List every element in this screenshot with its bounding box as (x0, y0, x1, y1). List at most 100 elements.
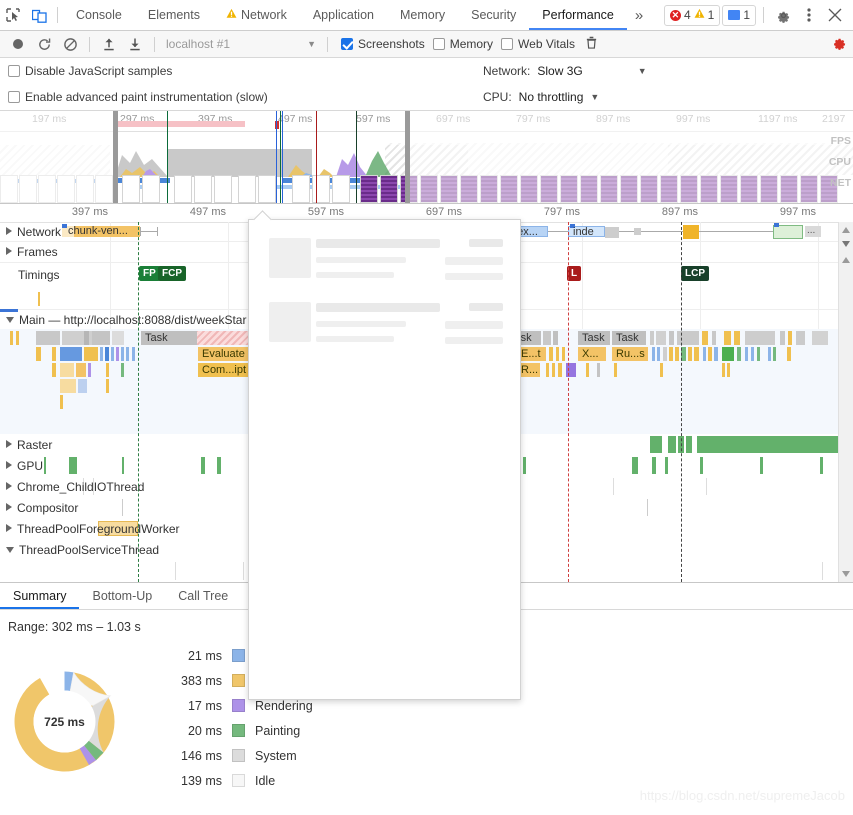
chevron-right-icon[interactable] (6, 227, 12, 235)
timeline-overview[interactable]: 197 ms 297 ms 397 ms 497 ms 597 ms 697 m… (0, 111, 853, 204)
screenshots-checkbox[interactable]: Screenshots (341, 37, 425, 51)
trash-icon[interactable] (585, 35, 598, 53)
clear-icon[interactable] (58, 33, 82, 55)
overview-marker-line (282, 111, 283, 203)
chevron-down-icon: ▼ (307, 39, 316, 49)
tab-label: Elements (147, 8, 200, 22)
scroll-up-icon[interactable] (841, 224, 851, 234)
devtools-window: Console Elements Network Application Mem… (0, 0, 853, 815)
more-tabs-button[interactable]: » (627, 0, 651, 30)
tab-network[interactable]: Network (213, 0, 300, 30)
activity-donut-chart: 725 ms (14, 671, 115, 772)
legend-label: System (255, 748, 297, 763)
tab-performance[interactable]: Performance (529, 0, 627, 30)
toolbar-divider (327, 36, 328, 52)
advanced-paint-checkbox[interactable]: Enable advanced paint instrumentation (s… (8, 90, 268, 104)
messages-counter[interactable]: 1 (722, 4, 756, 26)
disable-js-samples-checkbox[interactable]: Disable JavaScript samples (8, 64, 172, 78)
network-request-bar (634, 228, 641, 235)
tab-bottom-up[interactable]: Bottom-Up (79, 583, 165, 609)
network-request-bar[interactable]: ... (805, 226, 821, 237)
main-event[interactable]: Task (612, 331, 646, 345)
main-event[interactable]: Task (141, 331, 197, 345)
legend-value: 139 ms (181, 773, 222, 788)
tab-elements[interactable]: Elements (135, 0, 213, 30)
network-value: Slow 3G (537, 64, 583, 78)
legend-row[interactable]: 139 ms Idle (160, 768, 313, 793)
overview-lcp-line (356, 111, 357, 203)
track-label-gpu: GPU (6, 459, 43, 473)
tab-application[interactable]: Application (300, 0, 387, 30)
track-label-threadpool-service: ThreadPoolServiceThread (6, 543, 159, 557)
legend-row[interactable]: 146 ms System (160, 743, 313, 768)
timing-marker-load[interactable]: L (567, 266, 582, 281)
tab-console[interactable]: Console (63, 0, 135, 30)
overview-selection-handle-left[interactable] (113, 111, 118, 203)
timing-marker-fp[interactable]: FP (139, 266, 160, 281)
chevron-right-icon[interactable] (6, 482, 12, 490)
save-profile-icon[interactable] (123, 33, 147, 55)
scroll-down-icon[interactable] (841, 238, 851, 248)
chevron-right-icon[interactable] (6, 440, 12, 448)
cpu-value: No throttling (518, 90, 584, 104)
load-profile-icon[interactable] (97, 33, 121, 55)
network-request-bar[interactable]: inde (568, 224, 605, 238)
scroll-up-icon[interactable] (841, 254, 851, 264)
screenshot-preview-popup[interactable] (248, 219, 521, 700)
timing-marker-lcp[interactable]: LCP (681, 266, 709, 281)
cpu-throttling[interactable]: CPU: No throttling ▼ (483, 84, 853, 110)
capture-settings-gear-icon[interactable] (832, 35, 847, 53)
chevron-down-icon: ▼ (590, 92, 600, 102)
kebab-menu-icon[interactable] (797, 3, 821, 27)
issues-counter[interactable]: ✕ 4 1 (663, 4, 721, 26)
scroll-down-icon[interactable] (841, 568, 851, 578)
network-request-bar[interactable] (773, 223, 803, 239)
tab-security[interactable]: Security (458, 0, 529, 30)
main-event[interactable]: Ru...s (612, 347, 648, 361)
overview-lanes (0, 131, 853, 203)
web-vitals-checkbox[interactable]: Web Vitals (501, 37, 575, 51)
legend-swatch (232, 749, 245, 762)
legend-swatch (232, 649, 245, 662)
network-request-bar[interactable] (683, 225, 699, 239)
flamechart-scrollbar[interactable] (838, 222, 853, 582)
record-circle-icon[interactable] (6, 33, 30, 55)
chevron-down-icon[interactable] (6, 317, 14, 323)
overview-selection-handle-right[interactable] (405, 111, 410, 203)
chevron-down-icon[interactable] (6, 547, 14, 553)
legend-row[interactable]: 20 ms Painting (160, 718, 313, 743)
chevron-right-icon[interactable] (6, 247, 12, 255)
donut-center-label: 725 ms (44, 715, 85, 729)
network-label: Network: (483, 64, 531, 78)
overview-tick: 2197 (822, 113, 846, 125)
fp-dashed-line (138, 222, 139, 582)
network-throttling[interactable]: Network: Slow 3G ▼ (483, 58, 853, 84)
device-toolbar-icon[interactable] (26, 2, 52, 28)
chevron-right-icon[interactable] (6, 524, 12, 532)
load-dashed-line (568, 222, 569, 582)
network-request-label: chunk-ven... (68, 226, 128, 237)
network-request-bar (605, 227, 619, 238)
timing-marker-fcp[interactable]: FCP (158, 266, 186, 281)
reload-record-icon[interactable] (32, 33, 56, 55)
close-icon[interactable] (823, 3, 847, 27)
legend-swatch (232, 699, 245, 712)
main-event[interactable]: Task (578, 331, 610, 345)
tab-memory[interactable]: Memory (387, 0, 458, 30)
gear-icon[interactable] (771, 3, 795, 27)
chevron-right-icon[interactable] (6, 503, 12, 511)
warning-triangle-icon (694, 8, 705, 22)
main-event[interactable]: X... (578, 347, 606, 361)
chevron-right-icon[interactable] (6, 461, 12, 469)
tab-summary[interactable]: Summary (0, 583, 79, 609)
flamechart-tick: 897 ms (661, 206, 698, 218)
warning-triangle-icon (226, 8, 237, 22)
memory-checkbox[interactable]: Memory (432, 37, 493, 51)
watermark: https://blog.csdn.net/supremeJacob (639, 788, 845, 803)
inspect-cursor-icon[interactable] (0, 2, 26, 28)
filmstrip-track[interactable] (0, 175, 853, 203)
tab-call-tree[interactable]: Call Tree (165, 583, 241, 609)
legend-swatch (232, 674, 245, 687)
recording-select[interactable]: localhost #1 ▼ (162, 34, 320, 54)
network-request-bar[interactable]: chunk-ven... (62, 224, 140, 237)
